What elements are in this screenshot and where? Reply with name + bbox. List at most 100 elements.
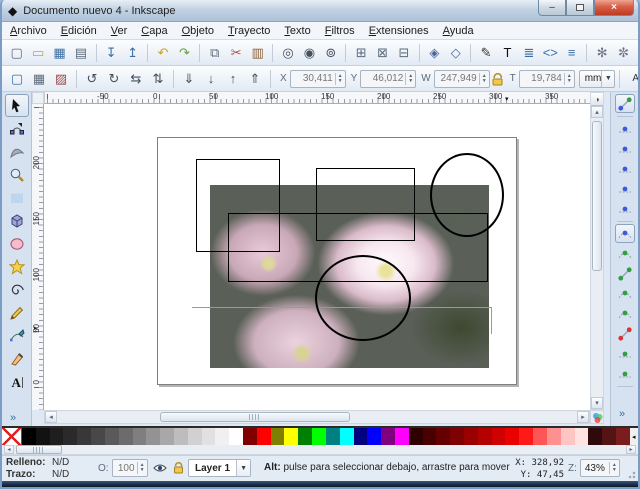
menu-item-extensiones[interactable]: Extensiones xyxy=(369,25,429,37)
palette-swatch-800000[interactable] xyxy=(243,428,257,445)
tool-selector[interactable] xyxy=(4,94,29,117)
fill-stroke-indicator[interactable]: Relleno: N/D Trazo: N/D xyxy=(6,457,69,481)
paste-icon[interactable]: ▥ xyxy=(248,43,267,63)
snap-bounding-box-icon[interactable] xyxy=(615,119,635,138)
w-spin-arrows[interactable]: ▲ ▼ xyxy=(478,72,489,85)
palette-swatch-eb0000[interactable] xyxy=(505,428,520,445)
palette-swatch-800080[interactable] xyxy=(381,428,395,445)
palette-swatch-0000ff[interactable] xyxy=(367,428,382,445)
palette-swatch-d00000[interactable] xyxy=(491,428,506,445)
drawing-canvas[interactable] xyxy=(44,104,590,410)
scroll-up-arrow[interactable]: ▴ xyxy=(591,106,603,118)
opacity-input[interactable] xyxy=(112,461,137,475)
palette-scrollbar[interactable]: ◂ ▸ xyxy=(2,445,638,455)
save-document-icon[interactable]: ▦ xyxy=(50,43,69,63)
lower-one-step-icon[interactable]: ↓ xyxy=(201,69,221,89)
menu-item-filtros[interactable]: Filtros xyxy=(325,25,355,37)
palette-swatch-a8a8a8[interactable] xyxy=(160,428,174,445)
raise-to-top-icon[interactable]: ⇑ xyxy=(245,69,265,89)
palette-swatch-b50000[interactable] xyxy=(477,428,492,445)
select-all-icon[interactable]: ▢ xyxy=(7,69,27,89)
palette-swatch-808000[interactable] xyxy=(270,428,285,445)
tool-calligraphy[interactable] xyxy=(5,347,29,370)
palette-swatch-ff00ff[interactable] xyxy=(394,428,409,445)
palette-swatch-484848[interactable] xyxy=(91,428,105,445)
minimize-button[interactable]: – xyxy=(538,0,566,16)
vertical-scroll-thumb[interactable] xyxy=(592,121,602,271)
lower-to-bottom-icon[interactable]: ⇓ xyxy=(179,69,199,89)
palette-swatch-2a2a2a[interactable] xyxy=(63,428,78,445)
tool-text[interactable]: A xyxy=(5,370,29,393)
tool-star[interactable] xyxy=(5,255,29,278)
palette-swatch-5a5a5a[interactable] xyxy=(104,428,119,445)
palette-swatch-7c1d1d[interactable] xyxy=(615,428,630,445)
ungroup-icon[interactable]: ◇ xyxy=(446,43,465,63)
xml-editor-icon[interactable]: <> xyxy=(541,43,560,63)
menu-item-edicin[interactable]: Edición xyxy=(61,25,97,37)
tool-pencil[interactable] xyxy=(5,301,29,324)
snap-object-centers-icon[interactable] xyxy=(615,344,635,363)
palette-swatch-7f0000[interactable] xyxy=(450,428,464,445)
tool-bezier-pen[interactable] xyxy=(5,324,29,347)
snap-midpoints-icon[interactable] xyxy=(615,324,635,343)
palette-swatch-d1d1d1[interactable] xyxy=(187,428,202,445)
zoom-spin-arrows[interactable]: ▲ ▼ xyxy=(608,462,619,474)
palette-swatch-00ffff[interactable] xyxy=(339,428,354,445)
tool-ellipse[interactable] xyxy=(5,232,29,255)
snap-nodes-icon[interactable] xyxy=(614,224,635,243)
tool-spiral[interactable] xyxy=(5,278,29,301)
x-input[interactable] xyxy=(290,71,335,86)
raise-one-step-icon[interactable]: ↑ xyxy=(223,69,243,89)
path-line-vertical[interactable] xyxy=(491,307,492,334)
layer-visibility-eye-icon[interactable] xyxy=(152,461,168,475)
palette-swatch-490000[interactable] xyxy=(422,428,437,445)
scroll-down-arrow[interactable]: ▾ xyxy=(591,397,603,409)
menu-item-trayecto[interactable]: Trayecto xyxy=(228,25,270,37)
snapbar-overflow-chevron[interactable]: » xyxy=(619,408,625,420)
snap-enable-icon[interactable] xyxy=(614,94,635,113)
horizontal-ruler[interactable]: ▾ -50 0 50 100 150 200 250 300 350 xyxy=(44,92,590,104)
document-properties-icon[interactable]: ✼ xyxy=(614,43,633,63)
maximize-button[interactable] xyxy=(566,0,594,16)
rotate-ccw-icon[interactable]: ↺ xyxy=(82,69,102,89)
text-dialog-icon[interactable]: T xyxy=(498,43,517,63)
print-icon[interactable]: ▤ xyxy=(71,43,90,63)
fill-stroke-dialog-icon[interactable]: ✎ xyxy=(476,43,495,63)
current-layer-dropdown[interactable]: Layer 1 ▼ xyxy=(188,459,252,477)
zoom-page-icon[interactable]: ⊚ xyxy=(321,43,340,63)
palette-swatch-6c6c6c[interactable] xyxy=(118,428,133,445)
select-all-layers-icon[interactable]: ▦ xyxy=(29,69,49,89)
palette-swatch-008080[interactable] xyxy=(325,428,340,445)
scroll-right-arrow[interactable]: ▸ xyxy=(577,411,589,423)
palette-swatch-7f7f7f[interactable] xyxy=(132,428,147,445)
title-bar[interactable]: ◆ Documento nuevo 4 - Inkscape – × xyxy=(2,0,638,22)
palette-swatch-e1e1e1[interactable] xyxy=(201,428,216,445)
palette-swatch-ff5555[interactable] xyxy=(533,428,547,445)
cut-icon[interactable]: ✂ xyxy=(227,43,246,63)
palette-swatch-ff9090[interactable] xyxy=(546,428,561,445)
palette-swatch-ff0000[interactable] xyxy=(256,428,271,445)
unlink-clone-icon[interactable]: ⊟ xyxy=(394,43,413,63)
scroll-left-arrow[interactable]: ◂ xyxy=(45,411,57,423)
palette-swatch-000000[interactable] xyxy=(22,428,36,445)
menu-item-ayuda[interactable]: Ayuda xyxy=(443,25,474,37)
unit-dropdown[interactable]: mm ▼ xyxy=(578,69,616,88)
palette-swatch-ffff00[interactable] xyxy=(284,428,299,445)
duplicate-icon[interactable]: ⊞ xyxy=(351,43,370,63)
palette-swatch-1e1e1e[interactable] xyxy=(49,428,64,445)
tool-node-editor[interactable] xyxy=(5,117,29,140)
rotate-cw-icon[interactable]: ↻ xyxy=(104,69,124,89)
horizontal-scroll-thumb[interactable] xyxy=(160,412,350,422)
snap-path-intersections-icon[interactable] xyxy=(615,264,635,283)
menu-item-capa[interactable]: Capa xyxy=(141,25,167,37)
lock-ratio-icon[interactable] xyxy=(491,69,504,89)
zoom-selection-icon[interactable]: ◎ xyxy=(278,43,297,63)
palette-swatch-00ff00[interactable] xyxy=(312,428,326,445)
h-input[interactable] xyxy=(519,71,564,86)
group-icon[interactable]: ◈ xyxy=(425,43,444,63)
layer-lock-icon[interactable] xyxy=(170,460,186,474)
palette-swatch-2e0000[interactable] xyxy=(408,428,423,445)
menu-item-ver[interactable]: Ver xyxy=(111,25,128,37)
copy-icon[interactable]: ⧉ xyxy=(205,43,224,63)
palette-overflow-arrow[interactable]: ◂ xyxy=(629,428,638,445)
